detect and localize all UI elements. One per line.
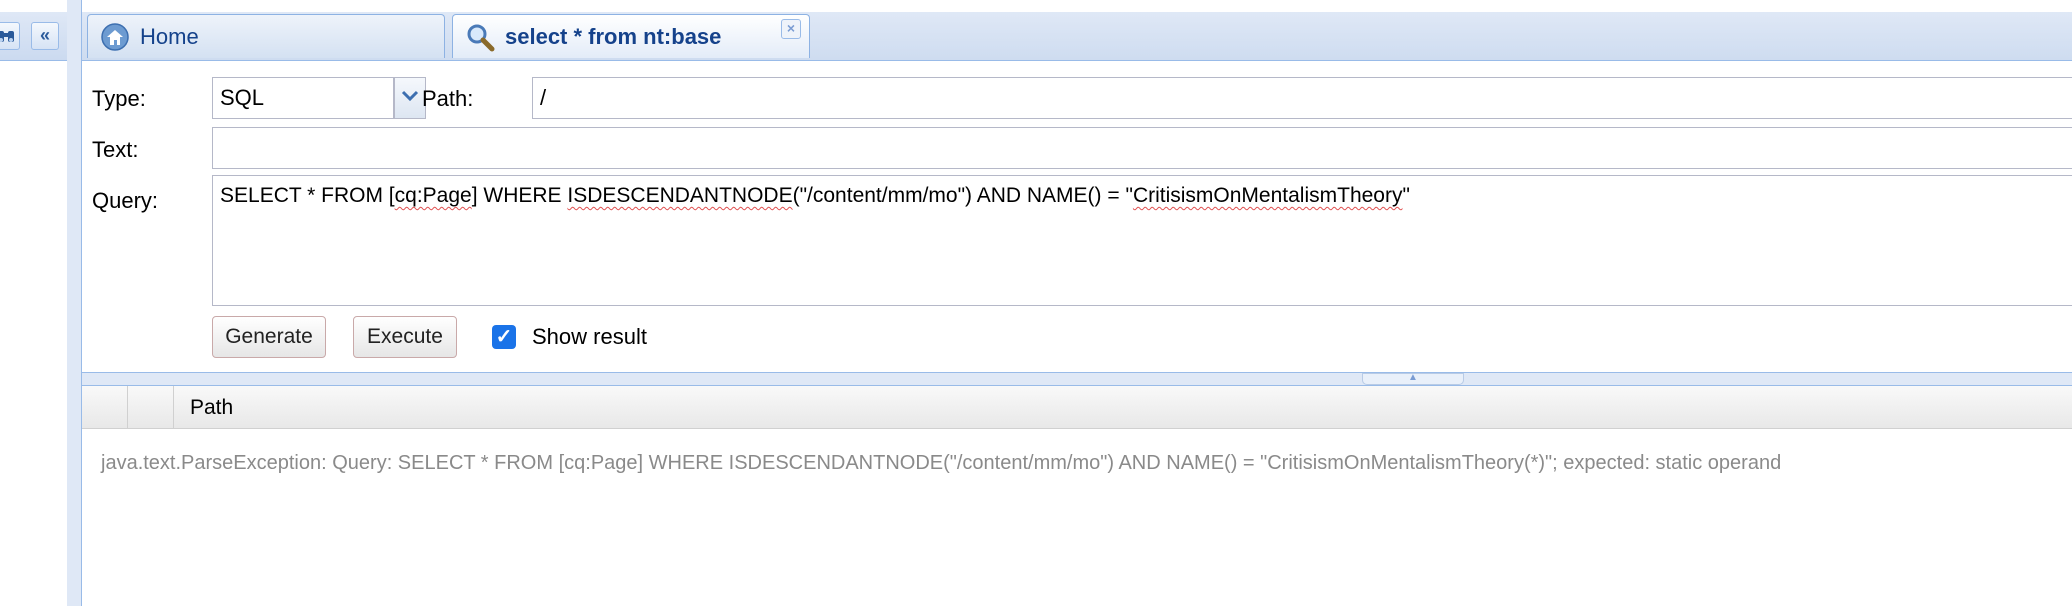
tab-bar: Home select * from nt:base × bbox=[82, 12, 2072, 61]
query-text-part: cq:Page bbox=[394, 184, 472, 207]
column-header-path[interactable]: Path bbox=[190, 396, 233, 420]
generate-button[interactable]: Generate bbox=[212, 316, 326, 358]
execute-button[interactable]: Execute bbox=[353, 316, 457, 358]
query-label: Query: bbox=[92, 188, 159, 213]
splitter[interactable]: ▲ bbox=[82, 372, 2072, 386]
chevron-down-icon bbox=[395, 90, 425, 122]
query-text-part: " bbox=[1402, 184, 1410, 207]
path-input[interactable]: / bbox=[532, 77, 2072, 119]
binoculars-icon[interactable] bbox=[0, 22, 20, 50]
collapse-up-icon[interactable]: ▲ bbox=[1362, 373, 1464, 385]
tab-query[interactable]: select * from nt:base × bbox=[452, 14, 810, 58]
close-icon[interactable]: × bbox=[781, 19, 801, 39]
query-text-part: ISDESCENDANTNODE bbox=[567, 184, 793, 207]
text-input[interactable] bbox=[212, 127, 2072, 169]
results-grid-header: Path bbox=[82, 386, 2072, 429]
left-panel-collapsed: « bbox=[0, 0, 68, 606]
magnifier-icon bbox=[465, 22, 495, 52]
tab-home[interactable]: Home bbox=[87, 14, 445, 58]
column-header-expander[interactable] bbox=[82, 386, 128, 428]
query-textarea[interactable]: SELECT * FROM [cq:Page] WHERE ISDESCENDA… bbox=[212, 175, 2072, 306]
type-select[interactable]: SQL bbox=[212, 77, 394, 119]
double-chevron-left-icon[interactable]: « bbox=[31, 22, 59, 50]
path-label: Path: bbox=[422, 86, 474, 111]
show-result-checkbox[interactable]: ✓ bbox=[492, 325, 516, 349]
query-text-part: ] WHERE bbox=[471, 184, 568, 207]
main-panel: Home select * from nt:base × Type: SQL P… bbox=[81, 0, 2072, 606]
query-text-part: CritisismOnMentalismTheory bbox=[1132, 184, 1403, 207]
text-label: Text: bbox=[92, 137, 139, 162]
tab-home-label: Home bbox=[140, 23, 199, 49]
error-message: java.text.ParseException: Query: SELECT … bbox=[101, 452, 1782, 474]
home-icon bbox=[100, 22, 130, 52]
show-result-label: Show result bbox=[532, 324, 647, 349]
column-header-number[interactable] bbox=[128, 386, 174, 428]
left-panel-header: « bbox=[0, 12, 67, 61]
panel-gutter bbox=[67, 0, 81, 606]
query-text-part: SELECT * FROM [ bbox=[220, 184, 395, 207]
tab-query-label: select * from nt:base bbox=[505, 23, 722, 49]
query-text-part: ("/content/mm/mo") AND NAME() = " bbox=[792, 184, 1133, 207]
type-label: Type: bbox=[92, 86, 146, 111]
